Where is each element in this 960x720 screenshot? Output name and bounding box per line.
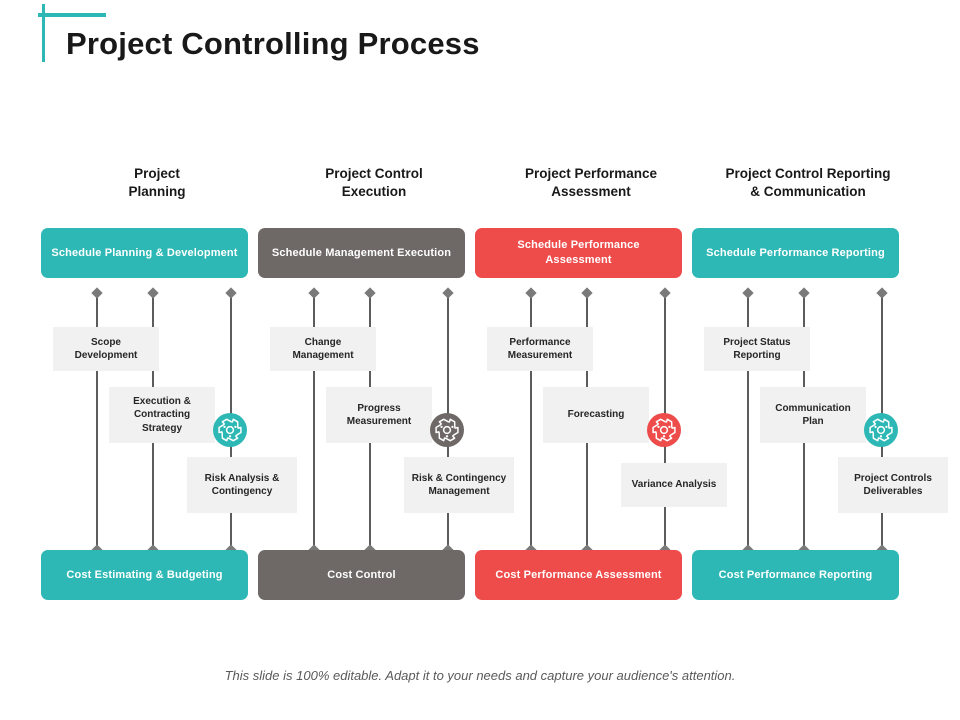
cost-box[interactable]: Cost Performance Assessment xyxy=(475,550,682,600)
process-node[interactable]: Communication Plan xyxy=(760,387,866,443)
connector-diamond-top xyxy=(525,287,537,299)
process-column: Project Control Reporting & Communication… xyxy=(692,165,948,615)
cost-box[interactable]: Cost Control xyxy=(258,550,465,600)
column-header-line-2: & Communication xyxy=(750,184,866,199)
footer-note: This slide is 100% editable. Adapt it to… xyxy=(224,668,736,683)
schedule-box[interactable]: Schedule Performance Reporting xyxy=(692,228,899,278)
column-header-line-2: Execution xyxy=(341,184,407,199)
column-header: Project Control Reporting & Communication xyxy=(692,165,924,201)
process-node[interactable]: Change Management xyxy=(270,327,376,371)
process-column: Project Performance Assessment Performance… xyxy=(475,165,727,615)
column-header-line-1: Project Control Reporting xyxy=(725,166,891,181)
connector-diamond-top xyxy=(91,287,103,299)
process-node[interactable]: Execution & Contracting Strategy xyxy=(109,387,215,443)
process-diagram: Project Planning Scope Development Executio… xyxy=(0,0,960,720)
column-header: Project Performance Assessment xyxy=(475,165,707,201)
connector-diamond-top xyxy=(798,287,810,299)
column-header-line-2: Planning xyxy=(128,184,186,199)
schedule-box[interactable]: Schedule Planning & Development xyxy=(41,228,248,278)
process-node[interactable]: Scope Development xyxy=(53,327,159,371)
cost-box[interactable]: Cost Estimating & Budgeting xyxy=(41,550,248,600)
process-column: Project Planning Scope Development Executio… xyxy=(41,165,297,615)
process-node[interactable]: Project Status Reporting xyxy=(704,327,810,371)
gear-icon xyxy=(864,413,898,447)
gear-icon xyxy=(213,413,247,447)
column-header: Project Control Execution xyxy=(258,165,490,201)
process-node[interactable]: Performance Measurement xyxy=(487,327,593,371)
process-node[interactable]: Project Controls Deliverables xyxy=(838,457,948,513)
schedule-box[interactable]: Schedule Performance Assessment xyxy=(475,228,682,278)
column-header: Project Planning xyxy=(41,165,273,201)
cost-box[interactable]: Cost Performance Reporting xyxy=(692,550,899,600)
connector-diamond-top xyxy=(581,287,593,299)
connector-diamond-top xyxy=(364,287,376,299)
column-header-line-1: Project Control xyxy=(325,166,423,181)
process-node[interactable]: Progress Measurement xyxy=(326,387,432,443)
process-column: Project Control Execution Change Managemen… xyxy=(258,165,514,615)
connector-diamond-top xyxy=(876,287,888,299)
connector-diamond-top xyxy=(225,287,237,299)
column-header-line-2: Assessment xyxy=(551,184,631,199)
column-header-line-1: Project Performance xyxy=(524,166,658,181)
connector-diamond-top xyxy=(659,287,671,299)
connector-diamond-top xyxy=(308,287,320,299)
gear-icon xyxy=(430,413,464,447)
connector-diamond-top xyxy=(442,287,454,299)
connector-diamond-top xyxy=(147,287,159,299)
process-node[interactable]: Forecasting xyxy=(543,387,649,443)
column-header-line-1: Project xyxy=(134,166,180,181)
schedule-box[interactable]: Schedule Management Execution xyxy=(258,228,465,278)
gear-icon xyxy=(647,413,681,447)
connector-diamond-top xyxy=(742,287,754,299)
